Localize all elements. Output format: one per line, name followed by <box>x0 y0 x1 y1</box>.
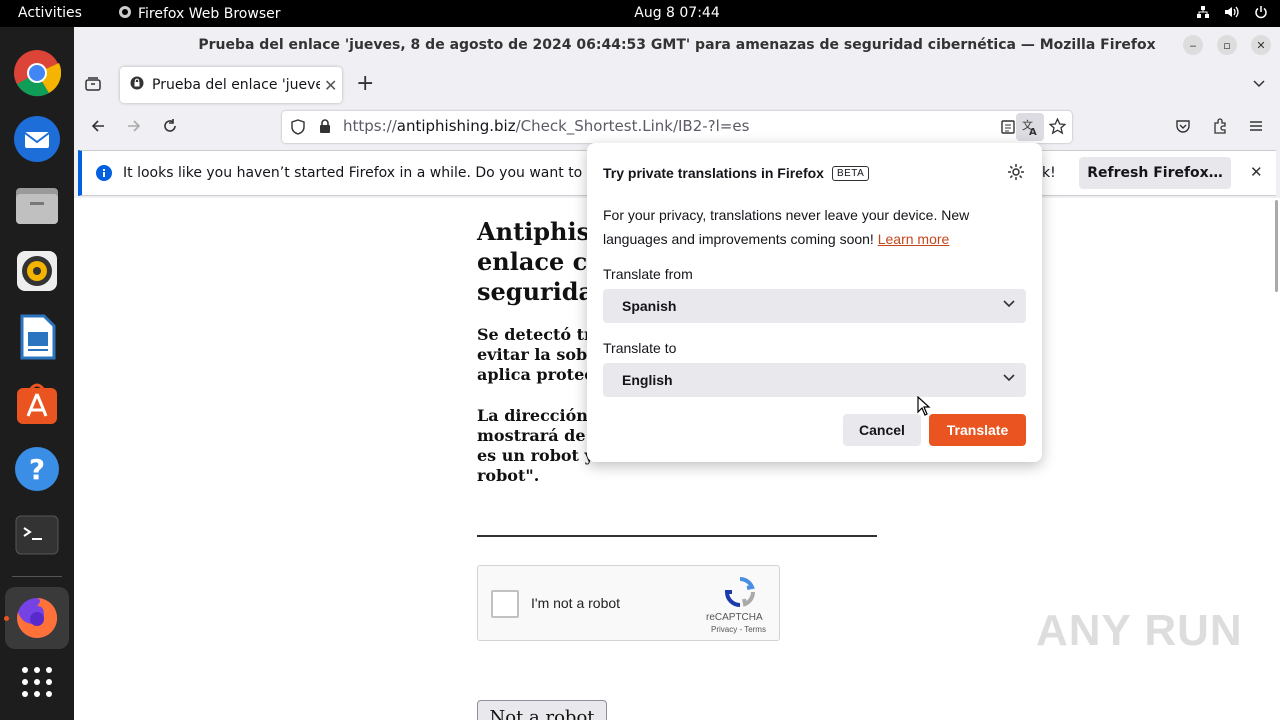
close-window-button[interactable]: ✕ <box>1251 35 1271 55</box>
tab-title: Prueba del enlace 'jueves <box>152 77 320 93</box>
chevron-down-icon <box>1002 297 1016 314</box>
files-icon[interactable] <box>13 181 61 229</box>
chevron-down-icon <box>1002 371 1016 388</box>
learn-more-link[interactable]: Learn more <box>878 231 950 247</box>
help-icon[interactable]: ? <box>13 445 61 493</box>
writer-icon[interactable] <box>13 313 61 361</box>
power-icon[interactable] <box>1254 5 1268 23</box>
list-all-tabs-icon[interactable] <box>1252 75 1266 94</box>
maximize-button[interactable]: ▫ <box>1217 35 1237 55</box>
panel-title: Try private translations in Firefox <box>603 165 824 181</box>
cancel-button[interactable]: Cancel <box>843 414 921 446</box>
page-scrollbar[interactable] <box>1275 200 1278 292</box>
notification-message-end: k! <box>1042 165 1056 181</box>
recaptcha-label: I'm not a robot <box>531 595 621 611</box>
gear-icon[interactable] <box>1007 163 1025 186</box>
lock-favicon-icon <box>130 76 144 94</box>
menu-hamburger-icon[interactable] <box>1248 118 1264 139</box>
tracking-protection-icon[interactable] <box>290 119 306 139</box>
app-grid-icon[interactable] <box>13 658 61 706</box>
chrome-icon[interactable] <box>13 49 61 97</box>
refresh-firefox-button[interactable]: Refresh Firefox… <box>1079 157 1231 189</box>
back-icon[interactable] <box>90 118 106 139</box>
close-notification-icon[interactable]: ✕ <box>1250 163 1263 181</box>
url-path: /Check_Shortest.Link/IB2-?l=es <box>515 117 750 135</box>
svg-text:A: A <box>1029 127 1037 136</box>
notification-message: It looks like you haven’t started Firefo… <box>123 165 625 181</box>
running-indicator <box>4 616 9 621</box>
translate-button[interactable]: Translate <box>929 414 1026 446</box>
firefox-icon[interactable] <box>13 594 61 642</box>
panel-header: Try private translations in Firefox BETA <box>603 165 870 181</box>
translate-to-label: Translate to <box>603 340 677 356</box>
forward-icon[interactable] <box>126 118 142 139</box>
minimize-button[interactable]: ‒ <box>1183 35 1203 55</box>
translate-icon[interactable]: 文A <box>1016 113 1044 141</box>
divider <box>477 535 877 537</box>
url-bar[interactable]: https://antiphishing.biz/Check_Shortest.… <box>282 111 1072 143</box>
anyrun-watermark: ANY RUN <box>1036 606 1243 655</box>
reader-view-icon[interactable] <box>1000 119 1016 139</box>
title-bar: Prueba del enlace 'jueves, 8 de agosto d… <box>74 27 1280 63</box>
panel-description: For your privacy, translations never lea… <box>603 203 1023 251</box>
beta-badge: BETA <box>831 165 870 181</box>
recaptcha-brand: reCAPTCHA <box>706 612 763 623</box>
system-tray[interactable] <box>1196 5 1268 23</box>
tab-strip: Prueba del enlace 'jueves ✕ + <box>74 63 1280 107</box>
pocket-icon[interactable] <box>1175 118 1191 139</box>
new-tab-button[interactable]: + <box>356 71 374 96</box>
window-title: Prueba del enlace 'jueves, 8 de agosto d… <box>198 37 1156 53</box>
translate-to-value: English <box>622 372 673 388</box>
system-top-bar: Activities Firefox Web Browser Aug 8 07:… <box>0 0 1280 27</box>
rhythmbox-icon[interactable] <box>13 247 61 295</box>
translate-from-select[interactable]: Spanish <box>603 289 1026 323</box>
clock[interactable]: Aug 8 07:44 <box>0 5 1280 21</box>
recaptcha-logo-icon <box>724 576 756 613</box>
reload-icon[interactable] <box>162 118 178 139</box>
url-domain: antiphishing.biz <box>396 117 516 135</box>
translate-from-value: Spanish <box>622 298 677 314</box>
url-prefix: https:// <box>343 117 397 135</box>
not-a-robot-button[interactable]: Not a robot <box>477 700 607 720</box>
paragraph-line: robot". <box>477 466 540 485</box>
translate-from-label: Translate from <box>603 266 693 282</box>
tab-active[interactable]: Prueba del enlace 'jueves ✕ <box>120 67 342 103</box>
mouse-cursor-icon <box>917 395 931 420</box>
dock: ? <box>0 27 74 720</box>
url-text[interactable]: https://antiphishing.biz/Check_Shortest.… <box>343 117 749 135</box>
lock-icon[interactable] <box>318 118 332 138</box>
bookmark-star-icon[interactable] <box>1048 117 1067 139</box>
info-icon <box>96 165 112 185</box>
translate-to-select[interactable]: English <box>603 363 1026 397</box>
network-icon[interactable] <box>1196 5 1210 23</box>
tab-overview-icon[interactable] <box>84 75 102 97</box>
translation-panel: Try private translations in Firefox BETA… <box>587 143 1042 462</box>
app-center-icon[interactable] <box>13 379 61 427</box>
extensions-icon[interactable] <box>1212 118 1228 139</box>
dock-separator <box>12 576 62 577</box>
svg-text:?: ? <box>29 453 45 486</box>
recaptcha-widget: I'm not a robot reCAPTCHA Privacy - Term… <box>477 565 780 641</box>
thunderbird-icon[interactable] <box>13 115 61 163</box>
volume-icon[interactable] <box>1224 5 1240 23</box>
recaptcha-checkbox[interactable] <box>491 590 519 618</box>
terminal-icon[interactable] <box>13 511 61 559</box>
recaptcha-terms[interactable]: Privacy - Terms <box>711 625 766 634</box>
tab-close-icon[interactable]: ✕ <box>324 76 337 95</box>
